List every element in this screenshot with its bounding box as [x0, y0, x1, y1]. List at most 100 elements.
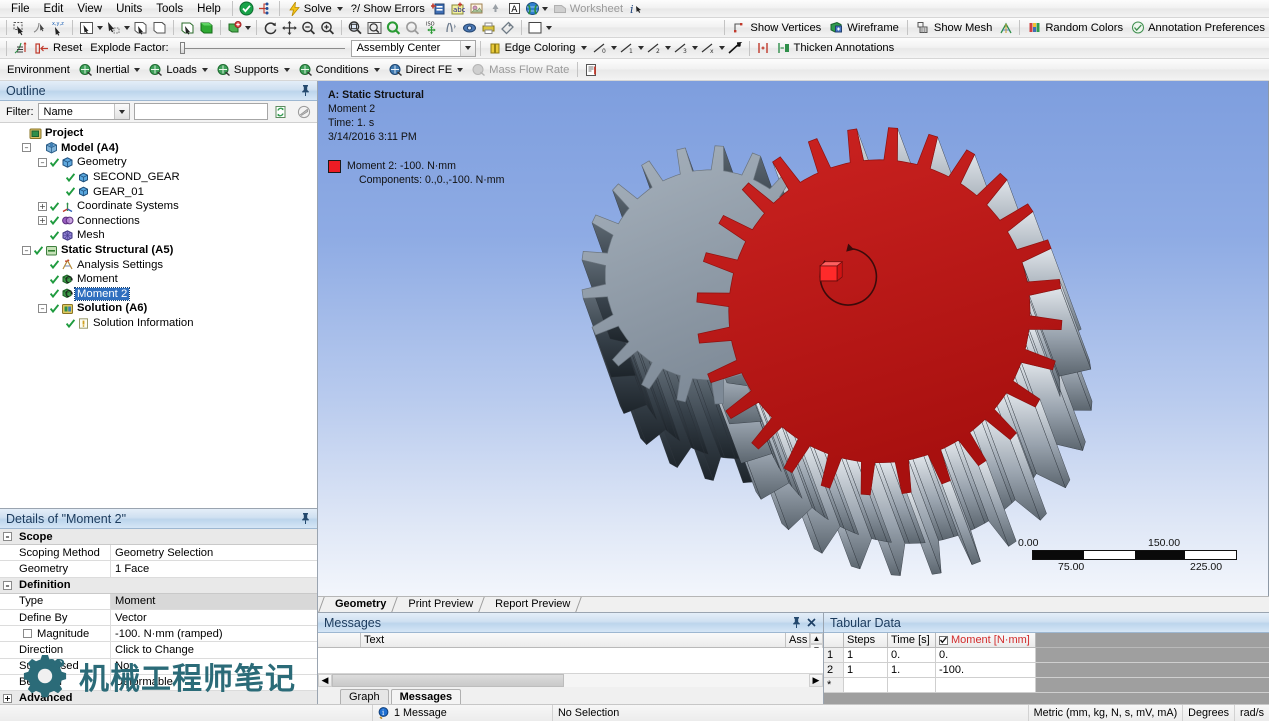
tag-icon[interactable]	[498, 19, 517, 37]
tree-item-geometry[interactable]: – Geometry	[0, 155, 317, 170]
chevron-down-icon[interactable]	[580, 46, 587, 50]
menu-item-tools[interactable]: Tools	[149, 2, 190, 16]
tabular-col-header-index[interactable]	[824, 633, 844, 648]
random-colors-button[interactable]: Random Colors	[1024, 19, 1127, 37]
details-row[interactable]: Magnitude -100. N·mm (ramped)	[0, 626, 317, 643]
solve-check-icon[interactable]	[237, 0, 256, 17]
environment-button[interactable]: Environment	[3, 61, 74, 79]
filter-text-input[interactable]	[133, 103, 268, 120]
chevron-down-icon[interactable]	[664, 46, 671, 50]
viewport-layout-icon[interactable]	[526, 19, 553, 37]
select-face-green-icon[interactable]	[197, 19, 216, 37]
collapse-toggle-icon[interactable]: –	[38, 303, 47, 313]
iso-view-icon[interactable]: ISO	[422, 19, 441, 37]
pin-icon[interactable]	[298, 513, 313, 524]
tree-item-gear-01[interactable]: GEAR_01	[0, 184, 317, 199]
box-select-icon[interactable]	[150, 19, 169, 37]
details-group-row[interactable]: – Scope	[0, 529, 317, 546]
clear-filter-icon[interactable]	[295, 103, 314, 121]
chevron-down-icon[interactable]	[691, 46, 698, 50]
collapse-toggle-icon[interactable]: –	[22, 245, 31, 255]
assembly-center-dropdown[interactable]: Assembly Center	[350, 39, 476, 57]
tabular-row[interactable]: 1 1 0. 0.	[824, 648, 1269, 663]
messages-col-text[interactable]: Text	[361, 633, 786, 647]
expand-toggle-icon[interactable]: +	[3, 693, 12, 703]
details-group-row[interactable]: – Definition	[0, 577, 317, 594]
menu-item-edit[interactable]: Edit	[37, 2, 71, 16]
outline-tree[interactable]: Project – Model (A4) – Geometry SECOND_GEAR GE…	[0, 123, 317, 508]
tab-cell-index[interactable]: 2	[824, 663, 844, 678]
tab-cell-steps[interactable]	[844, 678, 888, 693]
tabular-row[interactable]: 2 1 1. -100.	[824, 663, 1269, 678]
menu-item-view[interactable]: View	[70, 2, 109, 16]
chevron-down-icon[interactable]	[201, 67, 208, 72]
tab-messages[interactable]: Messages	[390, 689, 462, 704]
messages-col-blank[interactable]	[318, 633, 361, 647]
details-row[interactable]: Behavior Deformable	[0, 674, 317, 691]
tabular-row[interactable]: *	[824, 678, 1269, 693]
details-group-row[interactable]: + Advanced	[0, 690, 317, 704]
show-errors-button[interactable]: ?/ Show Errors	[347, 0, 429, 17]
tree-item-project[interactable]: Project	[0, 126, 317, 141]
tree-item-coordinate-systems[interactable]: + Coordinate Systems	[0, 199, 317, 214]
details-row[interactable]: Type Moment	[0, 593, 317, 610]
chevron-down-icon[interactable]	[610, 46, 617, 50]
chevron-down-icon[interactable]	[637, 46, 644, 50]
details-row[interactable]: Scoping Method Geometry Selection	[0, 545, 317, 562]
edge-display-2-icon[interactable]: 2	[645, 39, 672, 57]
cursor-arrow-select-icon[interactable]	[104, 19, 131, 37]
solve-button[interactable]: Solve	[284, 0, 347, 17]
messages-list[interactable]	[318, 648, 823, 673]
chevron-down-icon[interactable]	[546, 25, 552, 30]
tab-cell-time[interactable]: 1.	[888, 663, 936, 678]
tabular-col-header-moment-n-mm[interactable]: Moment [N·mm]	[936, 633, 1036, 648]
chevron-down-icon[interactable]	[283, 67, 290, 72]
collapse-toggle-icon[interactable]: –	[3, 532, 12, 542]
slider-handle[interactable]	[179, 42, 185, 54]
chevron-down-icon[interactable]	[718, 46, 725, 50]
project-tree-icon[interactable]	[256, 0, 275, 17]
details-property-value[interactable]: Vector	[111, 610, 317, 625]
zoom-in-icon[interactable]	[318, 19, 337, 37]
tree-item-moment-2[interactable]: Moment 2	[0, 286, 317, 302]
chevron-down-icon[interactable]	[124, 25, 130, 30]
zoom-icon[interactable]	[299, 19, 318, 37]
chevron-down-icon[interactable]	[134, 67, 141, 72]
conditions-dropdown[interactable]: Conditions	[294, 61, 384, 79]
thin-annotations-icon[interactable]	[754, 39, 773, 57]
tree-item-moment[interactable]: Moment	[0, 272, 317, 287]
collapse-toggle-icon[interactable]: –	[38, 157, 47, 167]
graphics-viewport[interactable]: A: Static Structural Moment 2 Time: 1. s…	[318, 81, 1269, 596]
anchor-icon[interactable]	[30, 19, 49, 37]
axis-xyz-icon[interactable]: x,y,z	[49, 19, 68, 37]
tabular-data-grid[interactable]: Steps Time [s] Moment [N·mm] 1 1 0. 0. 2 1 1. -100…	[824, 633, 1269, 704]
tab-cell-index[interactable]: 1	[824, 648, 844, 663]
select-body-icon[interactable]	[178, 19, 197, 37]
print-icon[interactable]	[479, 19, 498, 37]
single-select-icon[interactable]	[131, 19, 150, 37]
tree-item-solution-a6[interactable]: – Solution (A6)	[0, 301, 317, 316]
look-at-icon[interactable]	[460, 19, 479, 37]
tree-item-static-structural-a5[interactable]: – Static Structural (A5)	[0, 243, 317, 258]
direct-fe-dropdown[interactable]: Direct FE	[384, 61, 468, 79]
edge-display-0-icon[interactable]: 0	[591, 39, 618, 57]
scroll-left-arrow[interactable]: ◀	[318, 674, 332, 687]
tab-cell-time[interactable]: 0.	[888, 648, 936, 663]
details-property-value[interactable]: No	[111, 659, 317, 674]
close-icon[interactable]	[804, 618, 819, 627]
chevron-down-icon[interactable]	[97, 25, 103, 30]
image-paste-icon[interactable]	[486, 0, 505, 17]
moment-column-checkbox[interactable]	[939, 635, 948, 645]
chevron-down-icon[interactable]	[541, 6, 548, 11]
tree-item-mesh[interactable]: Mesh	[0, 228, 317, 243]
explode-factor-slider[interactable]	[179, 40, 345, 56]
annotation-a-icon[interactable]: A	[505, 0, 524, 17]
arrow-thick-icon[interactable]	[726, 39, 745, 57]
details-row[interactable]: Define By Vector	[0, 609, 317, 627]
next-view-icon[interactable]	[441, 19, 460, 37]
tab-geometry[interactable]: Geometry	[328, 597, 393, 612]
tree-item-analysis-settings[interactable]: Analysis Settings	[0, 257, 317, 272]
tab-cell-moment[interactable]: 0.	[936, 648, 1036, 663]
pan-icon[interactable]	[280, 19, 299, 37]
edge-display-x-icon[interactable]: x	[699, 39, 726, 57]
